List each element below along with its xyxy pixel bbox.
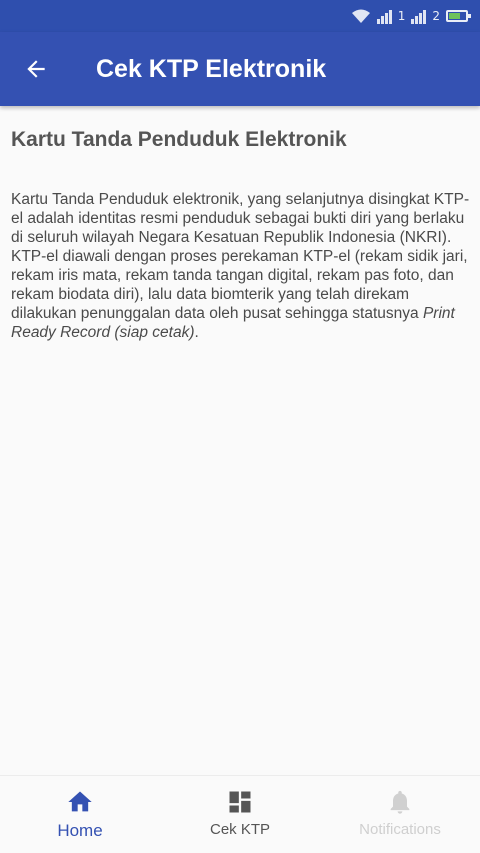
nav-label-notifications: Notifications: [359, 821, 441, 838]
dashboard-icon: [226, 788, 254, 816]
battery-icon: [446, 10, 471, 22]
arrow-left-icon: [27, 60, 45, 78]
main-content: Kartu Tanda Penduduk Elektronik Kartu Ta…: [0, 106, 480, 358]
bell-icon: [386, 788, 414, 816]
sim2-label: 2: [432, 9, 440, 23]
screen: 1 2 Cek KTP Elektronik Kartu Tanda Pendu…: [0, 0, 480, 853]
content-body: Kartu Tanda Penduduk elektronik, yang se…: [11, 190, 473, 342]
nav-item-cek-ktp[interactable]: Cek KTP: [160, 776, 320, 853]
back-button[interactable]: [0, 32, 72, 106]
signal-icon-sim2: [411, 8, 427, 24]
wifi-icon: [351, 9, 370, 23]
nav-item-home[interactable]: Home: [0, 776, 160, 853]
page-title: Cek KTP Elektronik: [96, 54, 327, 83]
app-bar: Cek KTP Elektronik: [0, 32, 480, 106]
home-icon: [66, 788, 94, 816]
nav-label-cek-ktp: Cek KTP: [209, 821, 270, 838]
content-heading: Kartu Tanda Penduduk Elektronik: [11, 128, 347, 151]
nav-item-notifications[interactable]: Notifications: [320, 776, 480, 853]
body-text: Kartu Tanda Penduduk elektronik, yang se…: [11, 191, 470, 322]
sim1-label: 1: [397, 9, 406, 23]
battery-level: [449, 13, 460, 19]
status-icons: 1 2: [351, 8, 471, 24]
nav-label-home: Home: [57, 821, 103, 840]
status-bar: 1 2: [0, 0, 480, 32]
body-text-end: .: [194, 324, 199, 341]
signal-icon-sim1: [376, 8, 392, 24]
bottom-navigation: Home Cek KTP Notifications: [0, 775, 480, 853]
